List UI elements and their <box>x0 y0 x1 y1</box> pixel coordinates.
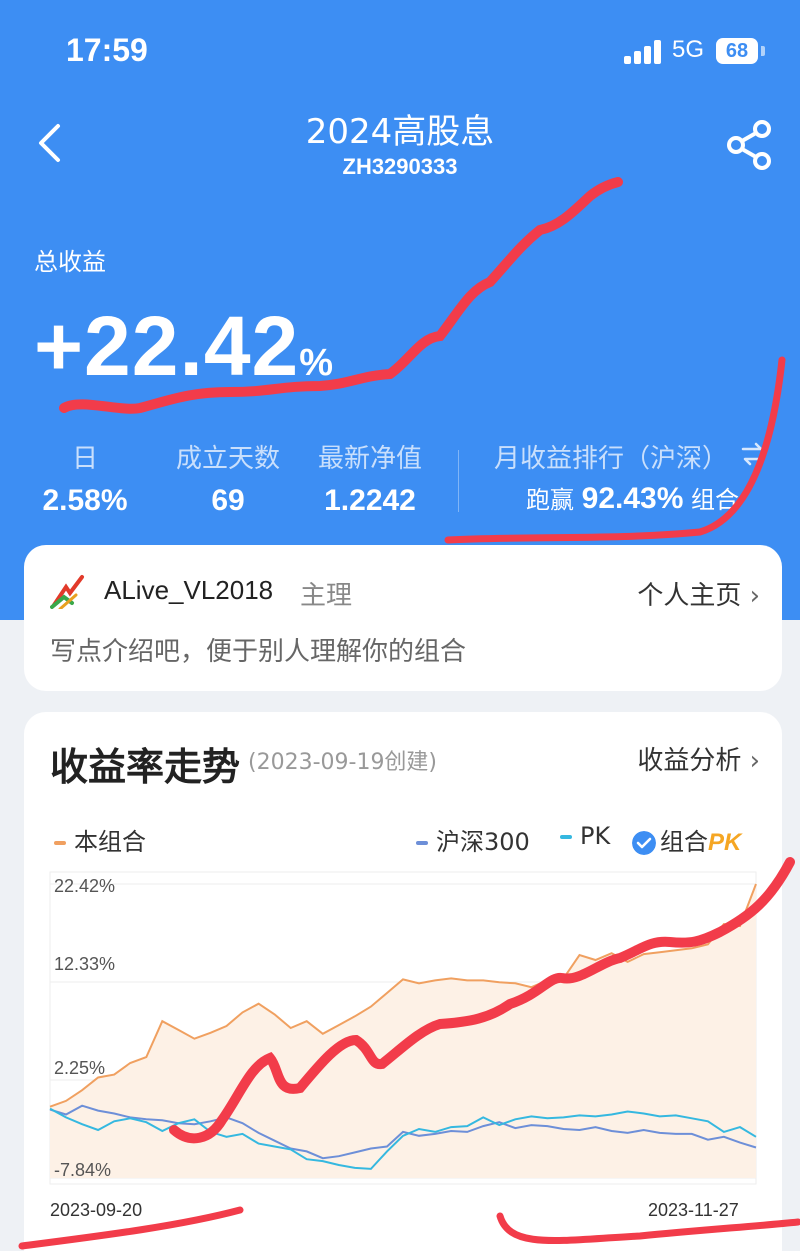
total-return-number: +22.42 <box>34 299 300 393</box>
stat-days-value: 69 <box>211 484 245 517</box>
manager-card: ALive_VL2018 主理 个人主页 › 写点介绍吧，便于别人理解你的组合 <box>24 545 782 691</box>
battery-nub <box>761 46 765 56</box>
manager-role: 主理 <box>300 581 353 611</box>
rank-percent: 92.43% <box>581 482 684 515</box>
portfolio-intro: 写点介绍吧，便于别人理解你的组合 <box>50 637 467 667</box>
portfolio-code: ZH3290333 <box>342 154 458 179</box>
total-return-label: 总收益 <box>34 248 106 276</box>
stat-daily-value: 2.58% <box>42 484 128 517</box>
status-time: 17:59 <box>66 32 148 68</box>
rank-suffix: 组合 <box>691 486 740 514</box>
battery-icon: 68 <box>716 38 758 64</box>
chevron-right-icon: › <box>749 581 760 611</box>
stat-nav-label: 最新净值 <box>317 444 422 474</box>
stat-nav-value: 1.2242 <box>324 484 416 517</box>
rank-value: 跑赢 92.43% 组合 <box>526 480 739 516</box>
page-title: 2024高股息 <box>305 112 495 152</box>
y-tick-2: 12.33% <box>54 954 116 974</box>
network-label: 5G <box>672 36 705 63</box>
rank-label[interactable]: 月收益排行（沪深） <box>494 438 734 475</box>
profile-link-label: 个人主页 <box>637 581 742 611</box>
stat-daily-label: 日 <box>71 444 98 474</box>
stats-divider <box>458 450 459 512</box>
total-return-value: +22.42% <box>34 298 334 395</box>
x-tick-end: 2023-11-27 <box>648 1200 739 1220</box>
signal-icon <box>624 40 664 64</box>
status-bar: 17:59 5G 68 <box>0 0 800 100</box>
y-tick-bottom: -7.84% <box>54 1160 112 1180</box>
swap-icon[interactable] <box>740 442 766 466</box>
x-tick-start: 2023-09-20 <box>50 1200 143 1220</box>
total-return-unit: % <box>299 342 335 384</box>
share-icon <box>727 120 771 170</box>
share-button[interactable] <box>722 118 776 172</box>
stat-days-label: 成立天数 <box>175 444 280 474</box>
return-chart <box>49 871 757 1185</box>
chart-card: 收益率走势 (2023-09-19创建) 收益分析 › 本组合 沪深300 PK… <box>24 712 782 1251</box>
manager-logo-icon <box>50 575 84 609</box>
manager-name[interactable]: ALive_VL2018 <box>104 575 273 606</box>
y-tick-top: 22.42% <box>54 876 116 896</box>
profile-link[interactable]: 个人主页 › <box>637 575 760 612</box>
rank-prefix: 跑赢 <box>526 486 574 514</box>
y-tick-3: 2.25% <box>54 1058 106 1078</box>
